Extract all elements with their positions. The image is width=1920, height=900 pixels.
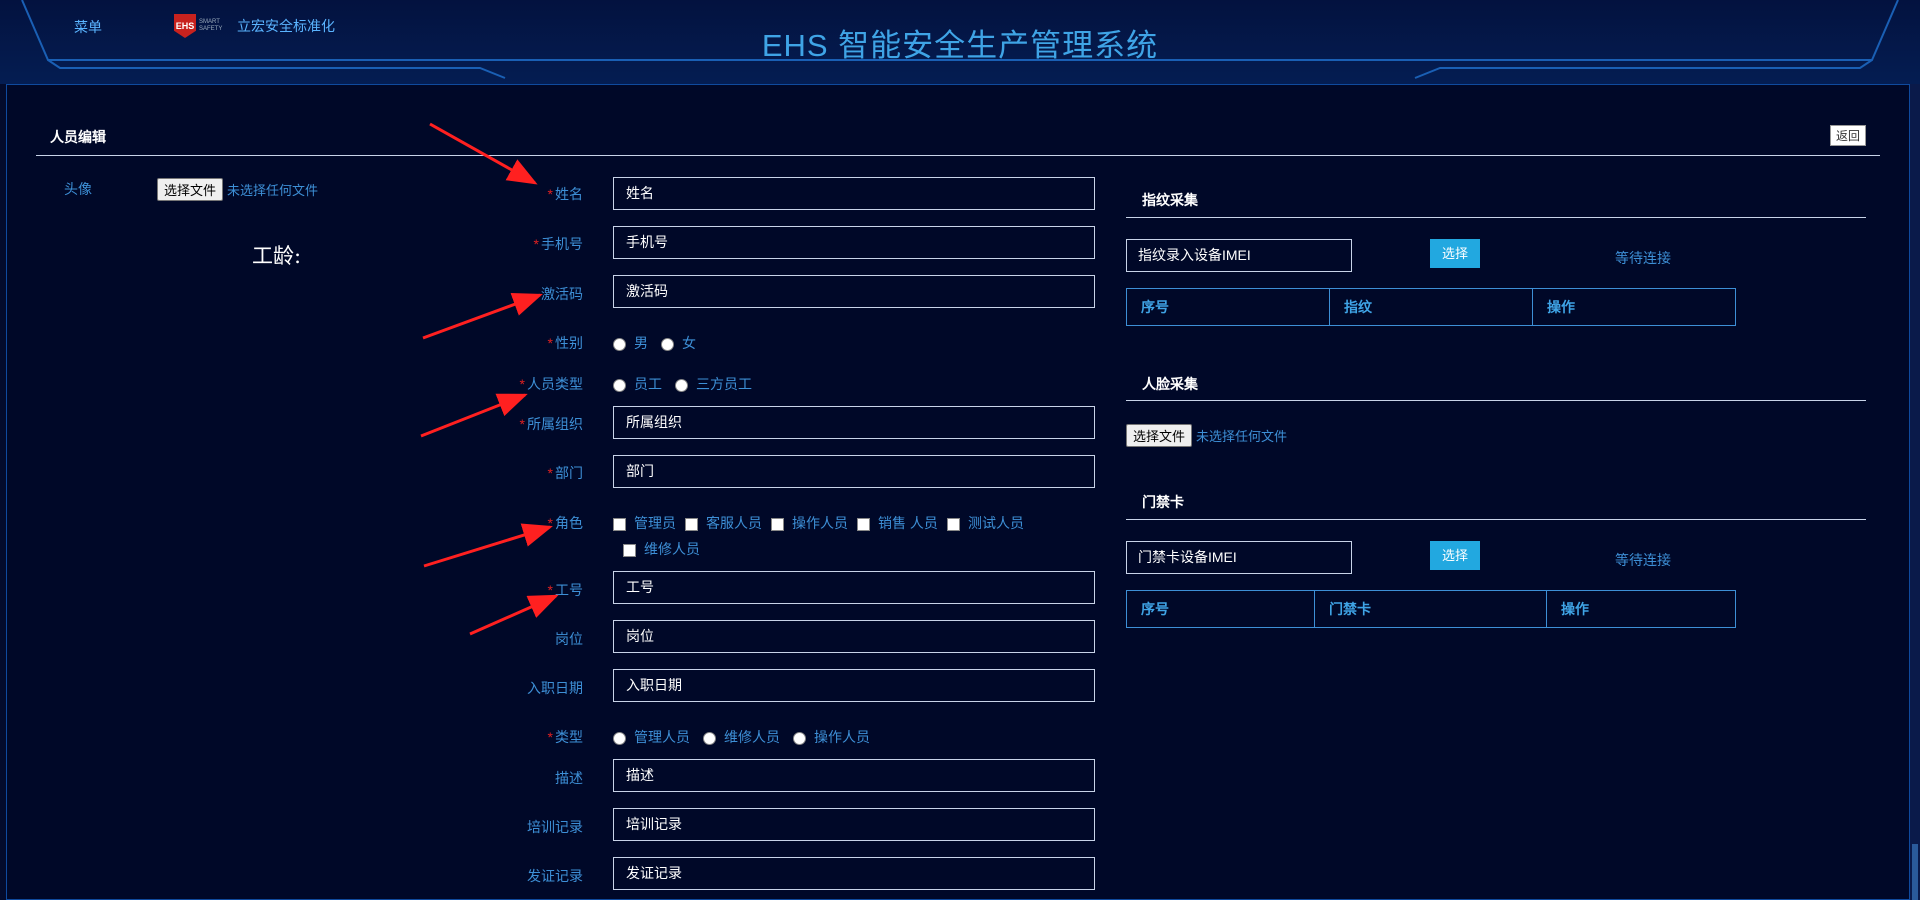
fingerprint-device-input[interactable]: 指纹录入设备IMEI [1126,239,1352,272]
gender-female-radio[interactable]: 女 [661,333,696,353]
name-label: * 姓名 [547,186,583,202]
fingerprint-select-button[interactable]: 选择 [1430,239,1480,268]
position-label: 岗位 [555,631,583,647]
type-label: * 类型 [547,729,583,745]
person-type-third-party-radio[interactable]: 三方员工 [675,374,752,394]
activation-input[interactable]: 激活码 [613,275,1095,308]
cert-label: 发证记录 [527,868,583,884]
role-operator-checkbox[interactable]: 操作人员 [771,513,848,533]
card-select-button[interactable]: 选择 [1430,541,1480,570]
role-maintenance-checkbox[interactable]: 维修人员 [623,539,700,559]
scrollbar-thumb[interactable] [1912,844,1918,900]
section-header: 人员编辑 返回 [36,125,1880,156]
org-label: * 所属组织 [519,416,583,432]
type-manager-radio[interactable]: 管理人员 [613,727,690,747]
dept-label: * 部门 [547,465,583,481]
hire-date-input[interactable]: 入职日期 [613,669,1095,702]
face-file-status: 未选择任何文件 [1196,429,1288,444]
position-input[interactable]: 岗位 [613,620,1095,653]
training-input[interactable]: 培训记录 [613,808,1095,841]
hire-date-label: 入职日期 [527,680,583,696]
role-service-checkbox[interactable]: 客服人员 [685,513,762,533]
training-label: 培训记录 [527,819,583,835]
card-col-card: 门禁卡 [1315,591,1547,627]
seniority-label: 工龄: [252,244,302,268]
person-type-employee-radio[interactable]: 员工 [613,374,662,394]
face-file-button[interactable]: 选择文件 [1126,424,1193,447]
fingerprint-status: 等待连接 [1615,250,1671,266]
dept-input[interactable]: 部门 [613,455,1095,488]
cert-input[interactable]: 发证记录 [613,857,1095,890]
role-sales-checkbox[interactable]: 销售 人员 [857,513,938,533]
scrollbar[interactable] [1910,84,1920,900]
avatar-label: 头像 [64,181,92,197]
fingerprint-col-index: 序号 [1127,289,1330,325]
face-file-input[interactable]: 选择文件 未选择任何文件 [1126,424,1287,447]
gender-male-radio[interactable]: 男 [613,333,648,353]
phone-input[interactable]: 手机号 [613,226,1095,259]
type-maintenance-radio[interactable]: 维修人员 [703,727,780,747]
card-status: 等待连接 [1615,552,1671,568]
card-device-input[interactable]: 门禁卡设备IMEI [1126,541,1352,574]
card-divider [1126,519,1866,520]
name-input[interactable]: 姓名 [613,177,1095,210]
card-title: 门禁卡 [1142,494,1184,510]
system-title: EHS 智能安全生产管理系统 [761,28,1159,63]
face-title: 人脸采集 [1142,376,1198,392]
type-operator-radio[interactable]: 操作人员 [793,727,870,747]
role-admin-checkbox[interactable]: 管理员 [613,513,676,533]
gender-label: * 性别 [547,335,583,351]
card-col-action: 操作 [1561,601,1589,617]
top-bar: 菜单 EHS SMART SAFETY 立宏安全标准化 EHS 智能安全生产管理… [0,0,1920,84]
face-divider [1126,400,1866,401]
org-input[interactable]: 所属组织 [613,406,1095,439]
fingerprint-divider [1126,217,1866,218]
job-no-label: * 工号 [547,582,583,598]
card-col-index: 序号 [1127,591,1315,627]
avatar-file-status: 未选择任何文件 [227,183,319,198]
avatar-file-button[interactable]: 选择文件 [157,178,224,201]
job-no-input[interactable]: 工号 [613,571,1095,604]
phone-label: * 手机号 [533,236,583,252]
desc-label: 描述 [555,770,583,786]
person-type-label: * 人员类型 [519,376,583,392]
fingerprint-col-fingerprint: 指纹 [1330,289,1533,325]
fingerprint-title: 指纹采集 [1142,192,1198,208]
role-tester-checkbox[interactable]: 测试人员 [947,513,1024,533]
card-table-header: 序号 门禁卡 操作 [1126,590,1736,628]
fingerprint-col-action: 操作 [1547,299,1575,315]
role-label: * 角色 [547,515,583,531]
desc-input[interactable]: 描述 [613,759,1095,792]
back-button[interactable]: 返回 [1829,125,1866,146]
section-title: 人员编辑 [50,129,106,145]
avatar-file-input[interactable]: 选择文件 未选择任何文件 [157,178,318,201]
activation-label: 激活码 [541,286,583,302]
fingerprint-table-header: 序号 指纹 操作 [1126,288,1736,326]
